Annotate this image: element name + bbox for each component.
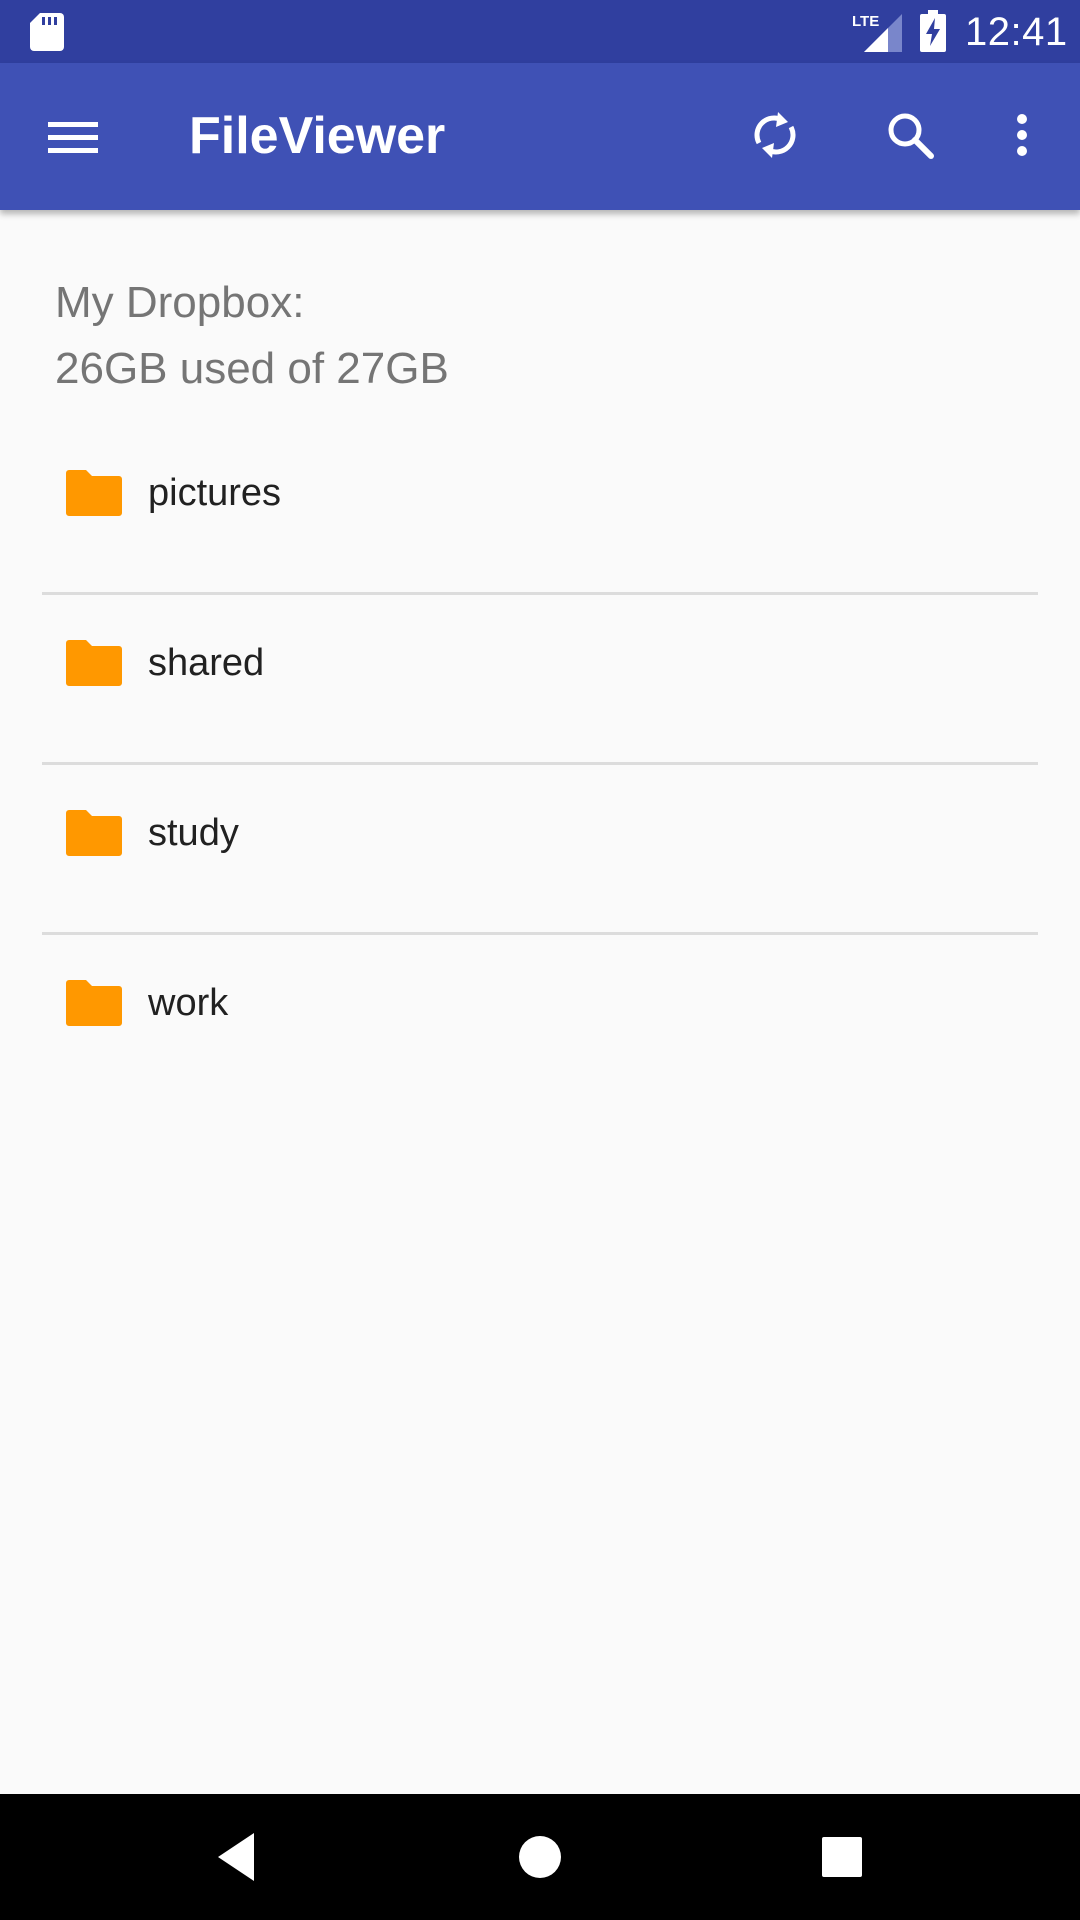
folder-item-pictures[interactable]: pictures <box>42 425 1038 595</box>
storage-info: My Dropbox: 26GB used of 27GB <box>55 270 955 402</box>
folder-list: pictures shared study work <box>42 425 1038 1105</box>
app-title: FileViewer <box>189 107 446 165</box>
folder-item-shared[interactable]: shared <box>42 595 1038 765</box>
back-button[interactable] <box>206 1825 270 1889</box>
folder-item-work[interactable]: work <box>42 935 1038 1105</box>
folder-icon <box>66 810 122 856</box>
search-button[interactable] <box>876 97 946 173</box>
folder-item-study[interactable]: study <box>42 765 1038 935</box>
folder-name: work <box>148 982 229 1024</box>
folder-icon <box>66 640 122 686</box>
folder-icon <box>66 980 122 1026</box>
screen: LTE 12:41 FileViewer My Dropbox: 26GB us… <box>0 0 1080 1920</box>
more-options-button[interactable] <box>1000 97 1044 173</box>
home-icon <box>519 1836 561 1878</box>
sync-button[interactable] <box>740 97 810 173</box>
folder-name: study <box>148 812 239 854</box>
storage-usage-text: 26GB used of 27GB <box>55 344 449 393</box>
battery-charging-icon <box>920 10 946 52</box>
lte-signal-icon: LTE <box>852 13 902 52</box>
back-icon <box>218 1833 254 1881</box>
lte-label: LTE <box>852 13 879 30</box>
folder-name: pictures <box>148 472 282 514</box>
clock: 12:41 <box>965 10 1068 54</box>
recents-icon <box>822 1837 862 1877</box>
status-bar: LTE 12:41 <box>0 0 1080 63</box>
home-button[interactable] <box>508 1825 572 1889</box>
sd-card-icon <box>30 13 64 51</box>
menu-icon <box>48 122 98 153</box>
recents-button[interactable] <box>810 1825 874 1889</box>
search-icon <box>888 113 934 159</box>
more-vert-icon <box>1017 114 1027 156</box>
folder-name: shared <box>148 642 265 684</box>
sync-icon <box>754 112 796 158</box>
storage-account-label: My Dropbox: <box>55 278 305 327</box>
folder-icon <box>66 470 122 516</box>
navigation-bar <box>0 1794 1080 1920</box>
app-bar: FileViewer <box>0 63 1080 210</box>
menu-button[interactable] <box>30 103 114 171</box>
